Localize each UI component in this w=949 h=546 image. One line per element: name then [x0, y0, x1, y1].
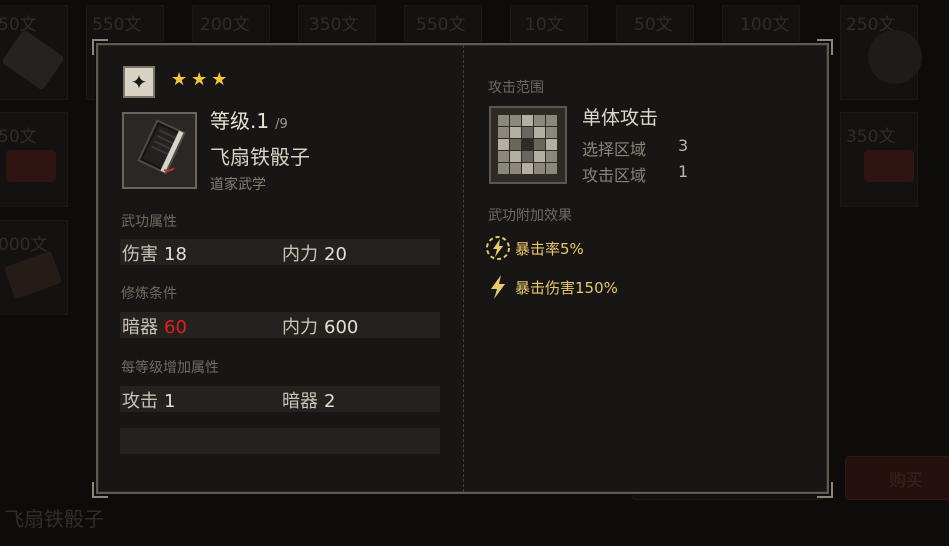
requirements-title: 修炼条件	[121, 286, 177, 302]
bonus-effects-title: 武功附加效果	[488, 208, 572, 224]
frame-corner	[817, 482, 833, 498]
level-max: /9	[275, 117, 288, 132]
star-rating: ★ ★ ★	[171, 69, 227, 91]
shuriken-icon: ✦	[123, 66, 155, 98]
star-icon: ★	[191, 69, 208, 90]
skill-detail-dialog: ✦ ★ ★ ★ 等级.1/9 飞扇铁骰子 道家武学 武功属性 伤害 18 内力 20…	[92, 39, 833, 498]
requirements-row: 暗器 60 内力 600	[120, 312, 440, 338]
frame-corner	[92, 39, 108, 55]
lightning-icon	[491, 275, 505, 299]
bonus-effect-text: 暴击率5%	[515, 239, 584, 258]
star-icon: ★	[171, 69, 188, 90]
skill-name: 飞扇铁骰子	[210, 145, 310, 169]
frame-corner	[92, 482, 108, 498]
range-grid-icon	[498, 115, 558, 175]
attack-range-title: 攻击范围	[488, 80, 544, 96]
attributes-row: 伤害 18 内力 20	[120, 239, 440, 265]
attack-area-label: 攻击区域	[582, 166, 647, 185]
bonus-effect-item: 暴击率5%	[485, 234, 584, 262]
skill-category: 道家武学	[210, 177, 266, 193]
range-type: 单体攻击	[582, 107, 659, 129]
hidden-weapon-requirement: 暗器 60	[122, 317, 187, 338]
level-value: .1	[250, 109, 270, 133]
hidden-weapon-per-level: 暗器 2	[282, 391, 336, 412]
level-row: 等级.1/9	[210, 105, 288, 134]
select-area-label: 选择区域	[582, 140, 647, 159]
inner-power-requirement: 内力 600	[282, 317, 359, 338]
attributes-title: 武功属性	[121, 214, 177, 230]
iron-book-icon	[137, 119, 186, 175]
attack-per-level: 攻击 1	[122, 391, 176, 412]
attack-area-value: 1	[678, 162, 689, 181]
per-level-row: 攻击 1 暗器 2	[120, 386, 440, 412]
inner-power-stat: 内力 20	[282, 244, 347, 265]
column-divider	[463, 45, 464, 492]
select-area-value: 3	[678, 136, 689, 155]
damage-stat: 伤害 18	[122, 244, 187, 265]
bonus-effect-item: 暴击伤害150%	[485, 273, 618, 301]
frame-corner	[817, 39, 833, 55]
lightning-circle-icon	[486, 236, 510, 260]
bonus-effect-text: 暴击伤害150%	[515, 278, 618, 297]
item-icon-frame	[122, 112, 197, 189]
attack-range-diagram	[489, 106, 567, 184]
empty-row	[120, 428, 440, 454]
star-icon: ★	[211, 69, 228, 90]
level-label: 等级	[210, 109, 250, 133]
per-level-title: 每等级增加属性	[121, 360, 219, 376]
